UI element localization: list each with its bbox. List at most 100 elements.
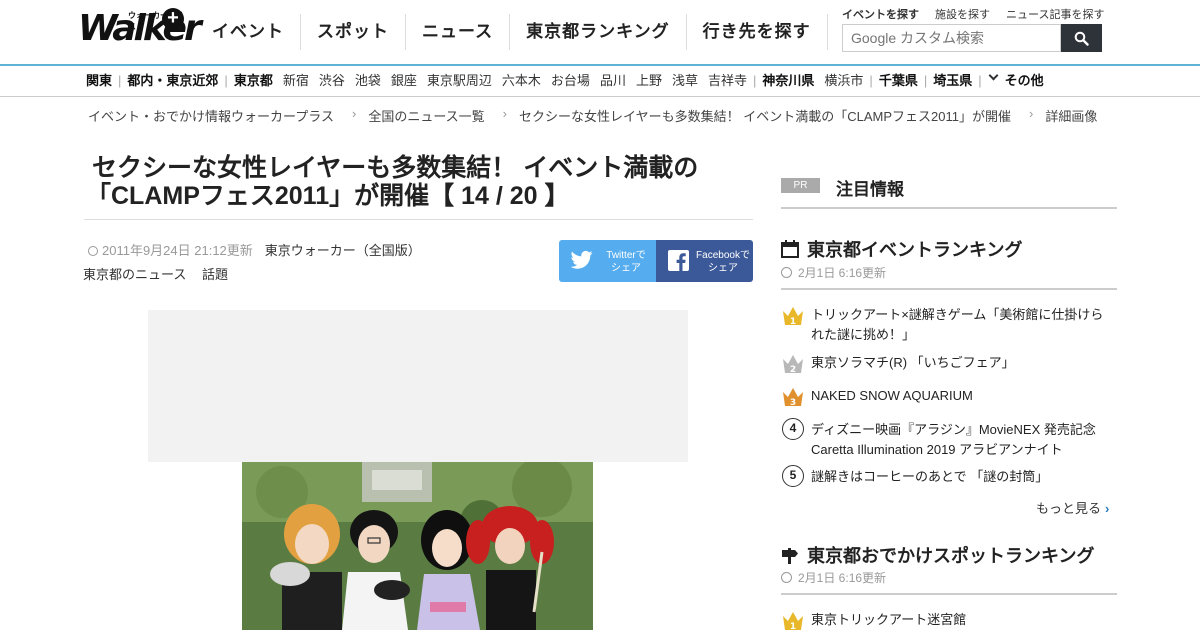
separator: | [753, 73, 757, 88]
facebook-share-label: Facebookで シェア [696, 249, 750, 275]
breadcrumb-item-home[interactable]: イベント・おでかけ情報ウォーカープラス [88, 106, 334, 125]
breadcrumb-item-current: 詳細画像 [1045, 109, 1098, 124]
search-button[interactable] [1061, 24, 1102, 52]
separator: | [978, 73, 982, 88]
area-nav-item[interactable]: 関東 [86, 72, 112, 90]
spot-ranking-updated-text: 2月1日 6:16更新 [798, 571, 887, 585]
area-nav-item[interactable]: 上野 [636, 72, 662, 90]
clock-icon [781, 572, 792, 583]
tag-topic[interactable]: 話題 [202, 267, 228, 282]
link-find-news[interactable]: ニュース記事を探す [1006, 6, 1104, 22]
rank-number: 4 [782, 418, 804, 440]
area-nav: 関東 | 都内・東京近郊 | 東京都 新宿 渋谷 池袋 銀座 東京駅周辺 六本木 お台場 品川 上野 浅草吉… [0, 64, 1200, 97]
article-title: セクシーな女性レイヤーも多数集結！ イベント満載の 「CLAMPフェス2011」… [86, 154, 752, 210]
event-ranking-header: 東京都イベントランキング [781, 236, 1117, 290]
area-nav-item[interactable]: お台場 [551, 72, 590, 90]
pr-section-header: PR 注目情報 [781, 172, 1117, 209]
signpost-icon [782, 548, 798, 564]
area-nav-item[interactable]: 千葉県 [879, 72, 918, 90]
nav-item-news[interactable]: ニュース [405, 14, 509, 50]
title-divider [84, 219, 753, 220]
chevron-right-icon: › [1028, 106, 1034, 121]
search-input[interactable] [842, 24, 1061, 52]
ranking-item-title: NAKED SNOW AQUARIUM [811, 388, 973, 403]
ranking-item-title: 東京ソラマチ(R) 「いちごフェア」 [811, 355, 1015, 370]
more-link-label: もっと見る [1036, 501, 1102, 516]
rank-crown-icon: 1 [781, 303, 805, 327]
link-find-facilities[interactable]: 施設を探す [935, 6, 990, 22]
twitter-share-label-1: Twitterで [606, 250, 646, 261]
area-nav-item[interactable]: 銀座 [391, 72, 417, 90]
area-nav-item[interactable]: 東京駅周辺 [427, 72, 492, 90]
article-photo[interactable] [242, 462, 593, 630]
nav-item-destination[interactable]: 行き先を探す [685, 14, 828, 50]
area-nav-item[interactable]: 新宿 [283, 72, 309, 90]
rank-number: 5 [782, 465, 804, 487]
svg-text:2: 2 [790, 365, 796, 375]
search-icon [1074, 31, 1089, 46]
svg-text:1: 1 [790, 317, 796, 327]
area-nav-item[interactable]: 都内・東京近郊 [127, 72, 218, 90]
rank-crown-icon: 3 [781, 384, 805, 408]
area-nav-item[interactable]: 東京都 [234, 72, 273, 90]
rank-crown-icon: 1 [781, 608, 805, 630]
svg-text:3: 3 [790, 398, 796, 408]
article-tags: 東京都のニュース 話題 [83, 264, 240, 283]
event-ranking-title[interactable]: 東京都イベントランキング [807, 236, 1022, 262]
article-source[interactable]: 東京ウォーカー（全国版） [265, 243, 421, 258]
area-nav-item[interactable]: 神奈川県 [762, 72, 814, 90]
breadcrumb: イベント・おでかけ情報ウォーカープラス › 全国のニュース一覧 › セクシーな女… [88, 106, 1097, 125]
article-meta: 2011年9月24日 21:12更新 東京ウォーカー（全国版） [88, 240, 421, 259]
clock-icon [781, 267, 792, 278]
area-nav-item[interactable]: 池袋 [355, 72, 381, 90]
facebook-share-label-1: Facebookで [696, 250, 750, 261]
chevron-right-icon: › [351, 106, 357, 121]
area-nav-item[interactable]: 吉祥寺 [708, 72, 747, 90]
separator: | [118, 73, 122, 88]
chevron-right-icon: › [1105, 501, 1110, 516]
facebook-share-button[interactable]: Facebookで シェア [656, 240, 753, 282]
ranking-item-title: ディズニー映画『アラジン』MovieNEX 発売記念 Caretta Illum… [811, 422, 1096, 457]
spot-ranking-updated: 2月1日 6:16更新 [781, 569, 886, 586]
chevron-down-icon [988, 70, 999, 81]
ad-placeholder [148, 310, 688, 462]
breadcrumb-item-article[interactable]: セクシーな女性レイヤーも多数集結！ イベント満載の「CLAMPフェス2011」が… [519, 106, 1011, 125]
clock-icon [88, 246, 98, 256]
walker-plus-logo[interactable]: Walker ウォーカープラス + [78, 8, 202, 54]
ranking-item-title: 東京トリックアート迷宮館 [811, 612, 967, 627]
logo-plus-icon: + [162, 8, 184, 30]
area-nav-item[interactable]: 六本木 [502, 72, 541, 90]
area-nav-item[interactable]: 品川 [600, 72, 626, 90]
twitter-share-label-2: シェア [611, 263, 641, 274]
more-link[interactable]: もっと見る › [1036, 498, 1109, 517]
article-title-line1: セクシーな女性レイヤーも多数集結！ イベント満載の [92, 154, 699, 182]
pr-badge: PR [781, 178, 820, 193]
spot-ranking-title[interactable]: 東京都おでかけスポットランキング [807, 542, 1094, 568]
tag-tokyo-news[interactable]: 東京都のニュース [83, 267, 186, 282]
nav-item-spot[interactable]: スポット [300, 14, 405, 50]
twitter-share-label: Twitterで シェア [599, 249, 653, 275]
area-nav-item[interactable]: 埼玉県 [933, 72, 972, 90]
calendar-icon [781, 240, 799, 258]
search-box [842, 24, 1102, 52]
link-find-events[interactable]: イベントを探す [842, 6, 919, 22]
chevron-right-icon: › [502, 106, 508, 121]
nav-item-ranking[interactable]: 東京都ランキング [509, 14, 686, 50]
site-header: Walker ウォーカープラス + イベント スポット ニュース 東京都ランキン… [0, 0, 1200, 64]
area-nav-item[interactable]: 浅草 [672, 72, 698, 90]
ranking-item-title: トリックアート×謎解きゲーム「美術館に仕掛けられた謎に挑め！」 [811, 307, 1104, 342]
twitter-icon [571, 250, 593, 269]
facebook-share-label-2: シェア [708, 263, 738, 274]
facebook-icon [668, 250, 689, 271]
area-nav-item[interactable]: 渋谷 [319, 72, 345, 90]
nav-item-event[interactable]: イベント [196, 14, 300, 50]
event-ranking-updated: 2月1日 6:16更新 [781, 264, 886, 281]
breadcrumb-item-news-list[interactable]: 全国のニュース一覧 [368, 106, 484, 125]
pr-title: 注目情報 [836, 180, 904, 199]
area-nav-item[interactable]: 横浜市 [824, 72, 863, 90]
area-nav-item[interactable]: その他 [1005, 72, 1044, 90]
twitter-share-button[interactable]: Twitterで シェア [559, 240, 656, 282]
article-date: 2011年9月24日 21:12更新 [102, 243, 253, 258]
area-nav-list: 関東 | 都内・東京近郊 | 東京都 新宿 渋谷 池袋 銀座 東京駅周辺 六本木 お台場 品川 上野 浅草吉… [86, 70, 1054, 90]
separator: | [224, 73, 228, 88]
